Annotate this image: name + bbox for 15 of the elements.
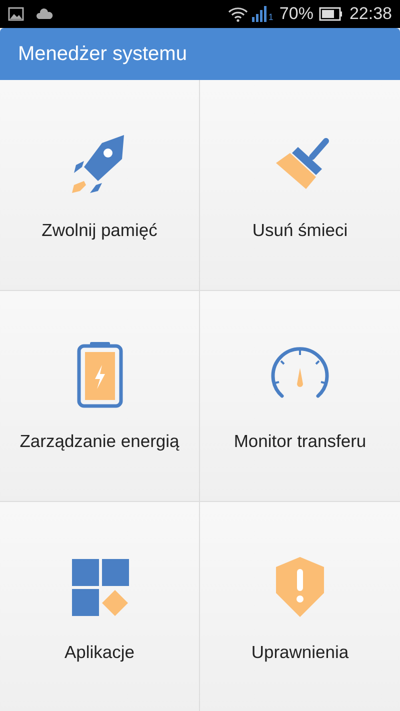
wifi-icon (228, 6, 248, 22)
clock: 22:38 (349, 3, 392, 26)
feature-tile[interactable]: Monitor transferu (200, 291, 400, 502)
sim-number: 1 (268, 10, 274, 24)
feature-tile[interactable]: Zwolnij pamięć (0, 80, 200, 291)
feature-tile[interactable]: Uprawnienia (200, 502, 400, 711)
image-icon (8, 7, 24, 21)
battery-icon (319, 7, 344, 21)
feature-tile[interactable]: Aplikacje (0, 502, 200, 711)
feature-tile[interactable]: Zarządzanie energią (0, 291, 200, 502)
feature-tile[interactable]: Usuń śmieci (200, 80, 400, 291)
app-title: Menedżer systemu (18, 42, 187, 67)
weather-icon (36, 8, 54, 20)
battery-percent: 70% (279, 3, 314, 26)
signal-icon (252, 6, 268, 22)
